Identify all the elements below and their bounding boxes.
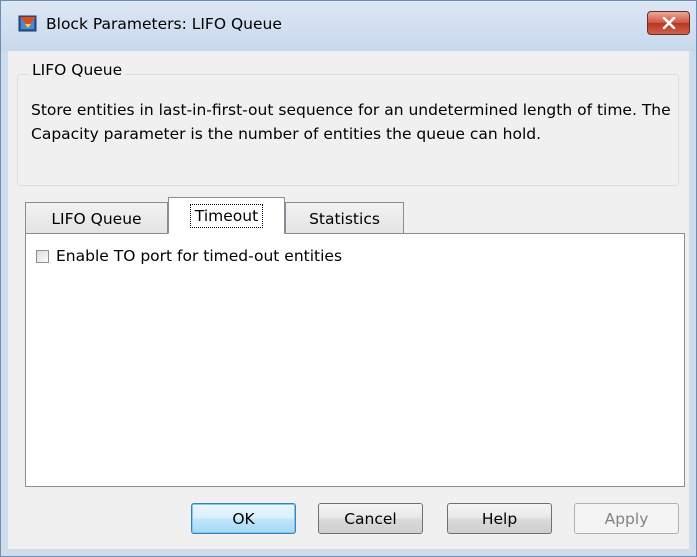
enable-to-port-checkbox[interactable] xyxy=(36,249,49,263)
apply-button-label: Apply xyxy=(604,509,649,528)
enable-to-port-option[interactable]: Enable TO port for timed-out entities xyxy=(36,247,342,265)
block-description: Store entities in last-in-first-out sequ… xyxy=(31,101,671,143)
tab-label: Statistics xyxy=(309,209,380,228)
cancel-button[interactable]: Cancel xyxy=(318,503,423,534)
tab-lifo-queue[interactable]: LIFO Queue xyxy=(25,202,168,234)
ok-button[interactable]: OK xyxy=(191,503,296,534)
dialog-window: Block Parameters: LIFO Queue LIFO Queue … xyxy=(0,0,697,557)
title-bar[interactable]: Block Parameters: LIFO Queue xyxy=(1,1,696,51)
enable-to-port-label[interactable]: Enable TO port for timed-out entities xyxy=(56,247,342,265)
tab-label: LIFO Queue xyxy=(51,209,142,228)
tab-strip: LIFO Queue Timeout Statistics xyxy=(25,197,685,234)
window-title: Block Parameters: LIFO Queue xyxy=(46,15,282,33)
simulink-block-icon xyxy=(18,14,38,34)
close-x-icon xyxy=(662,14,676,33)
ok-button-label: OK xyxy=(232,509,255,528)
close-button[interactable] xyxy=(647,11,690,35)
cancel-button-label: Cancel xyxy=(344,509,397,528)
help-button-label: Help xyxy=(481,509,518,528)
tab-statistics[interactable]: Statistics xyxy=(285,202,404,234)
group-legend: LIFO Queue xyxy=(29,61,126,79)
help-button[interactable]: Help xyxy=(447,503,552,534)
apply-button: Apply xyxy=(574,503,679,534)
tab-timeout[interactable]: Timeout xyxy=(168,197,285,234)
dialog-body: LIFO Queue Store entities in last-in-fir… xyxy=(8,51,689,549)
timeout-tab-page: Enable TO port for timed-out entities xyxy=(25,233,685,487)
tab-label: Timeout xyxy=(189,203,264,228)
